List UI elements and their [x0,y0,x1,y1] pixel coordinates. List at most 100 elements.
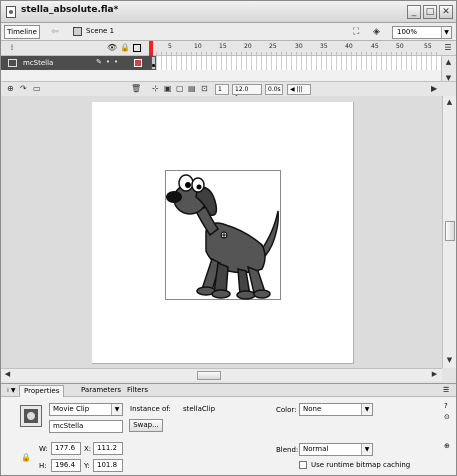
scroll-right-icon[interactable]: ▶ [429,369,440,380]
scroll-down-icon[interactable]: ▼ [444,355,455,366]
insert-folder-icon[interactable]: ▭ [33,84,41,94]
chevron-down-icon: ▼ [441,27,451,38]
scroll-left-icon[interactable]: ◀ [2,369,13,380]
blend-select[interactable]: Normal ▼ [299,443,373,456]
panel-menu-icon[interactable]: ☰ [443,43,453,53]
layer-outline-color[interactable] [134,59,142,67]
color-label: Color: [276,406,297,414]
ruler-number: 25 [269,43,277,50]
timeline-header: ⁞ 👁 🔒 5 10 15 20 25 30 35 40 45 50 55 ☰ [1,41,456,56]
properties-body: Movie Clip ▼ mcStella Instance of: stell… [1,397,456,475]
center-frame-icon[interactable]: ⊹ [152,84,159,94]
trash-icon[interactable]: 🗑 [131,84,141,94]
ruler-number: 55 [424,43,432,50]
frame-grid[interactable] [151,56,441,70]
y-input[interactable]: 101.8 [93,459,123,472]
window-title: stella_absolute.fla* [21,5,119,15]
edit-scene-icon[interactable]: ⛶ [353,26,366,38]
symbol-type-select[interactable]: Movie Clip ▼ [49,403,123,416]
layer-icon [8,59,17,67]
panel-menu-icon[interactable]: ☰ [439,385,453,397]
keyframe[interactable] [151,56,156,70]
symbol-type-value: Movie Clip [53,405,90,413]
ruler-number: 35 [320,43,328,50]
help-icon[interactable]: ? [444,402,448,410]
edit-bar: Timeline ⇦ Scene 1 ⛶ ◈ 100% ▼ [1,23,456,41]
frame-rate[interactable]: 12.0 fps [232,84,262,102]
elapsed-time: 0.0s [265,84,283,95]
chevron-down-icon: ▼ [361,444,372,455]
movie-clip-instance[interactable] [165,170,281,300]
swap-button[interactable]: Swap... [129,419,163,432]
outline-icon[interactable] [133,44,141,52]
scroll-up-icon[interactable]: ▲ [443,57,454,68]
lock-icon[interactable]: 🔒 [120,43,130,53]
bitmap-caching-label: Use runtime bitmap caching [311,461,411,469]
ruler-number: 40 [345,43,353,50]
bitmap-caching-checkbox[interactable] [299,461,307,469]
layer-name[interactable]: mcStella [23,59,53,67]
timeline-panel: ⁞ 👁 🔒 5 10 15 20 25 30 35 40 45 50 55 ☰ … [1,41,456,102]
ruler-number: 10 [194,43,202,50]
title-bar[interactable]: stella_absolute.fla* _ □ ✕ [1,1,456,23]
zoom-value: 100% [397,28,418,36]
stage-horizontal-scrollbar[interactable]: ◀ ▶ [1,368,442,381]
scene-label[interactable]: Scene 1 [86,27,114,35]
collapse-arrow-icon[interactable]: ⁞ ▼ [3,385,19,397]
height-label: H: [39,462,47,470]
scroll-right-icon[interactable]: ▶ [431,84,437,94]
layer-visibility-lock-marks[interactable]: ✎•• [96,58,122,66]
minimize-button[interactable]: _ [407,5,421,19]
x-input[interactable]: 111.2 [93,442,123,455]
back-arrow-icon[interactable]: ⇦ [47,25,63,39]
timeline-hscroll[interactable]: ◀ ||| [287,84,311,95]
onion-outline-icon[interactable]: ▢ [176,84,184,94]
insert-layer-icon[interactable]: ⊕ [7,84,14,94]
instance-name-input[interactable]: mcStella [49,420,123,433]
onion-skin-icon[interactable]: ▣ [164,84,172,94]
stage-vertical-scrollbar[interactable]: ▲ ▼ [442,96,456,368]
scene-icon [73,27,82,36]
close-button[interactable]: ✕ [439,5,453,19]
ruler-number: 5 [168,43,172,50]
edit-symbols-icon[interactable]: ◈ [373,26,386,38]
ruler-number: 15 [219,43,227,50]
zoom-select[interactable]: 100% ▼ [392,26,452,39]
timeline-footer: ⊕ ↷ ▭ 🗑 ⊹ ▣ ▢ ▤ ⊡ 1 12.0 fps 0.0s ◀ ||| … [1,81,456,102]
document-icon [6,6,16,18]
current-frame: 1 [215,84,229,95]
blend-value: Normal [303,445,329,453]
onion-markers-icon[interactable]: ⊡ [201,84,208,94]
chevron-down-icon: ▼ [361,404,372,415]
grip-icon[interactable]: ⁞ [7,43,17,53]
pasteboard[interactable] [1,96,442,368]
properties-panel: ⁞ ▼ Properties Parameters Filters ☰ Movi… [1,383,456,475]
horizontal-scroll-thumb[interactable] [197,371,221,380]
motion-guide-icon[interactable]: ↷ [20,84,27,94]
stage[interactable] [92,102,354,364]
width-input[interactable]: 177.6 [51,442,81,455]
playhead[interactable] [149,41,153,56]
scroll-up-icon[interactable]: ▲ [444,97,455,108]
tab-filters[interactable]: Filters [123,385,152,397]
maximize-button[interactable]: □ [423,5,437,19]
eye-icon[interactable]: 👁 [107,43,117,53]
vertical-scroll-thumb[interactable] [445,221,455,241]
tab-properties[interactable]: Properties [19,385,65,397]
ruler-number: 45 [371,43,379,50]
code-hint-icon[interactable]: ⊙ [444,413,450,421]
movie-clip-icon [20,405,42,427]
instance-of-label: Instance of: [130,405,171,413]
lock-icon[interactable]: 🔒 [21,453,31,462]
flash-document-window: stella_absolute.fla* _ □ ✕ Timeline ⇦ Sc… [0,0,457,476]
y-label: Y: [84,462,90,470]
edit-multiple-frames-icon[interactable]: ▤ [188,84,196,94]
ruler-number: 20 [244,43,252,50]
timeline-toggle-button[interactable]: Timeline [4,25,40,39]
expand-panel-icon[interactable]: ⊕ [444,442,450,450]
layer-row[interactable]: mcStella ✎•• [1,56,151,70]
tab-parameters[interactable]: Parameters [77,385,125,397]
color-select[interactable]: None ▼ [299,403,373,416]
height-input[interactable]: 196.4 [51,459,81,472]
color-value: None [303,405,322,413]
